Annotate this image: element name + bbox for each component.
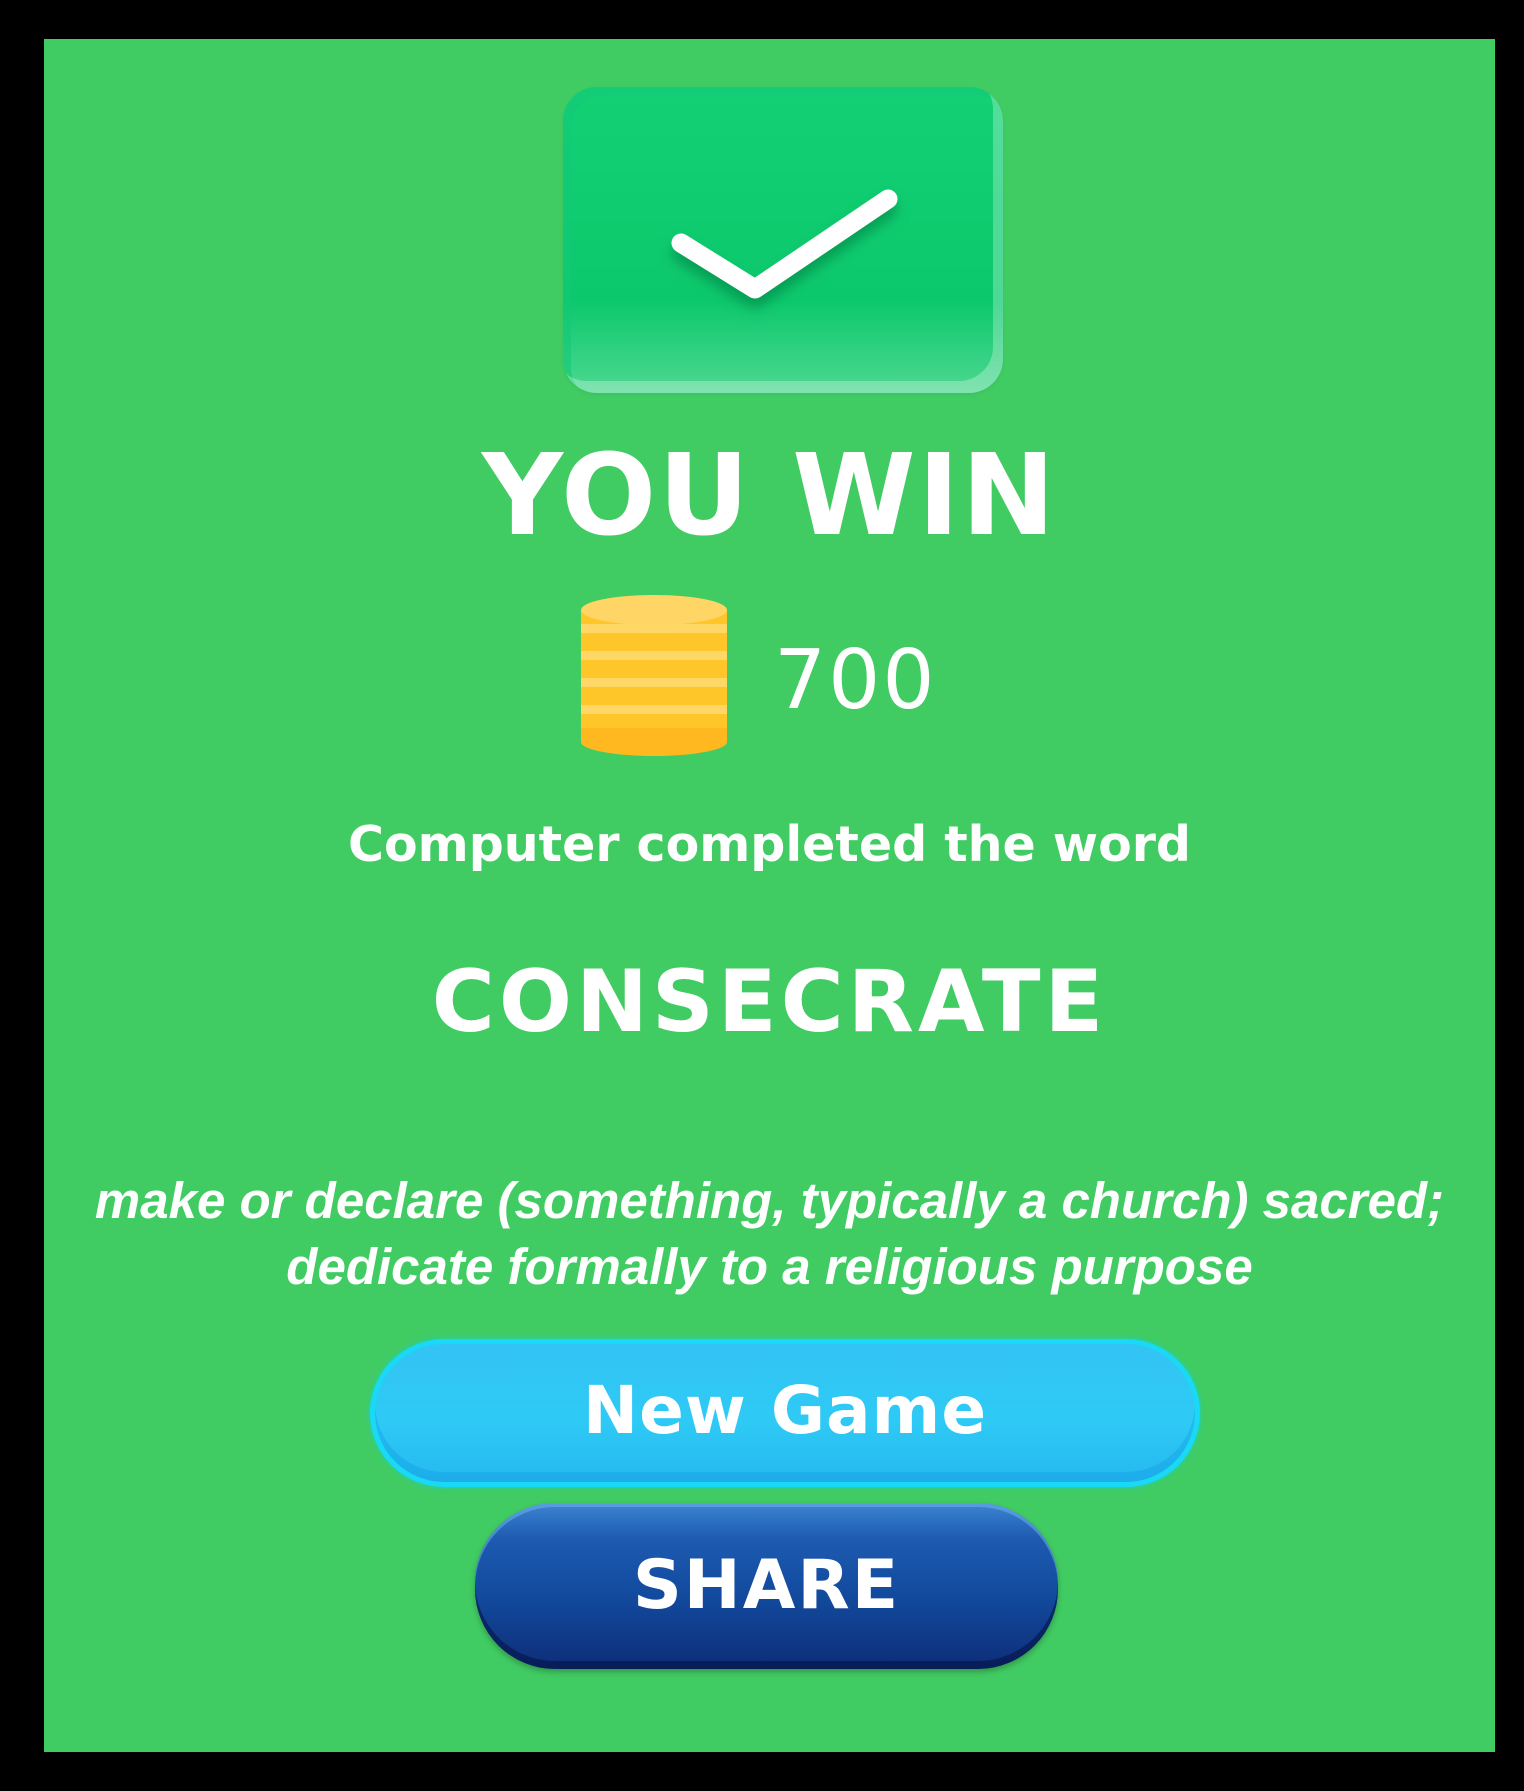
share-button[interactable]: SHARE [475,1503,1058,1669]
word-definition: make or declare (something, typically a … [94,1172,1445,1295]
coin-stack-icon [581,595,727,756]
coin-count: 700 [774,633,937,728]
result-title: YOU WIN [481,431,1058,561]
result-message: Computer completed the word [348,816,1191,873]
win-panel: YOU WIN 700 Computer completed the word … [44,39,1495,1752]
completed-word: CONSECRATE [431,952,1108,1052]
checkmark-icon [671,189,898,299]
new-game-button[interactable]: New Game [370,1339,1200,1487]
checkmark-tile [563,87,1003,393]
